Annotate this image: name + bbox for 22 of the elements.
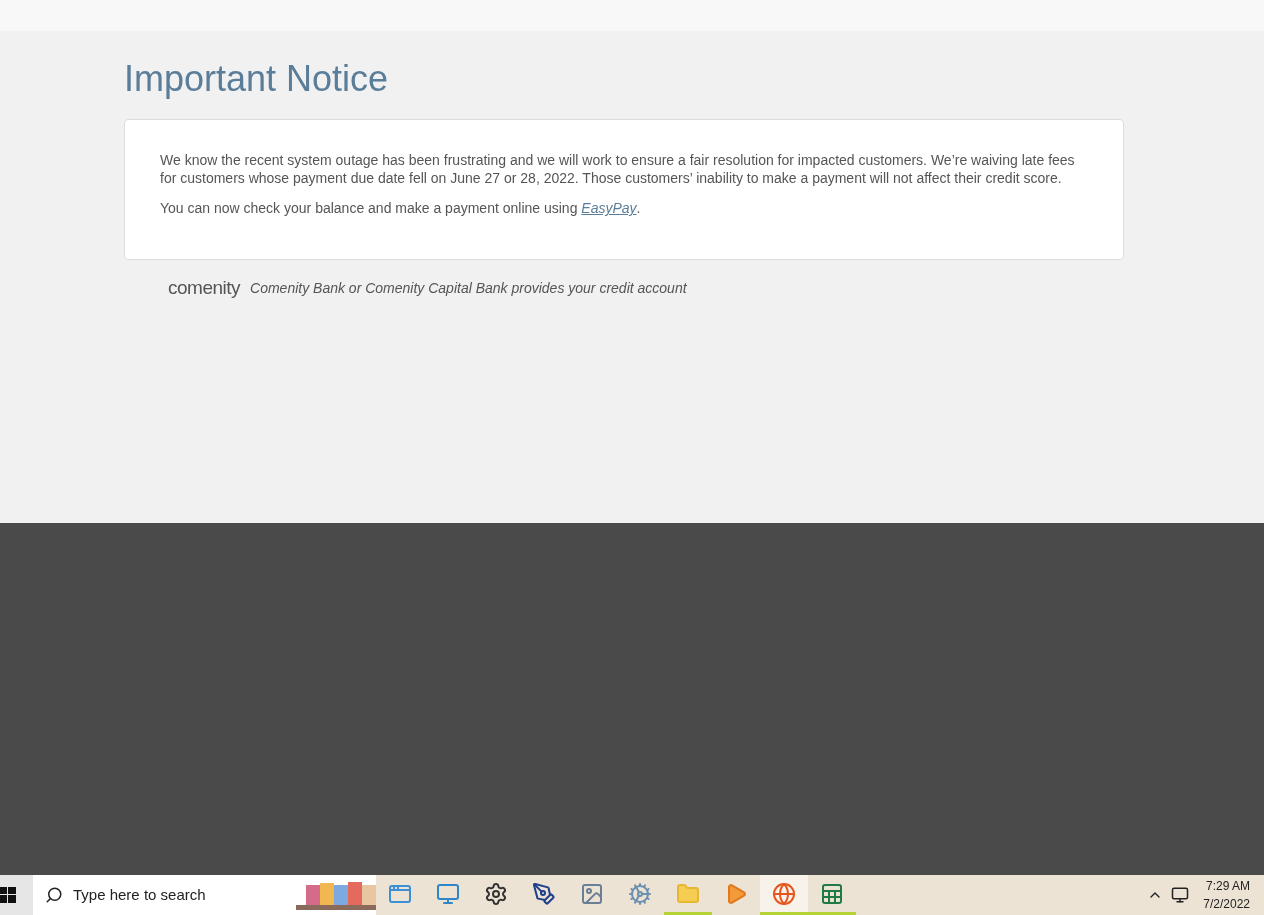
settings-icon (484, 881, 508, 906)
pen-icon (532, 881, 556, 906)
clock-date: 7/2/2022 (1203, 896, 1250, 913)
search-icon (45, 886, 63, 904)
easypay-link[interactable]: EasyPay (581, 200, 637, 216)
page-title: Important Notice (124, 57, 389, 101)
spreadsheet-icon (820, 881, 844, 906)
monitor-icon (436, 881, 460, 906)
gears-icon (628, 881, 652, 906)
comenity-logo: comenity (168, 276, 241, 300)
footer-text: Comenity Bank or Comenity Capital Bank provides your credit account (250, 278, 687, 298)
start-button[interactable] (0, 875, 33, 915)
picture-icon (580, 881, 604, 906)
notice-paragraph: We know the recent system outage has been frustrating and we will work to ensure a fair resolution for impacted customers. We’re waiving late fees for customers whose payment due date fell on June 27 or 28, 2022. Those customers’ inability to make a payment will not affect their credit score. (160, 151, 1076, 187)
folder-icon (676, 881, 700, 906)
search-box[interactable]: Type here to search (33, 875, 376, 915)
windows-logo-icon (0, 887, 16, 903)
globe-icon (772, 881, 796, 906)
clock-time: 7:29 AM (1205, 878, 1250, 895)
clock[interactable]: 7:29 AM 7/2/2022 (1203, 877, 1264, 913)
notice-paragraph: You can now check your balance and make a payment online using EasyPay. (160, 199, 642, 217)
search-field[interactable]: Type here to search (73, 883, 273, 907)
